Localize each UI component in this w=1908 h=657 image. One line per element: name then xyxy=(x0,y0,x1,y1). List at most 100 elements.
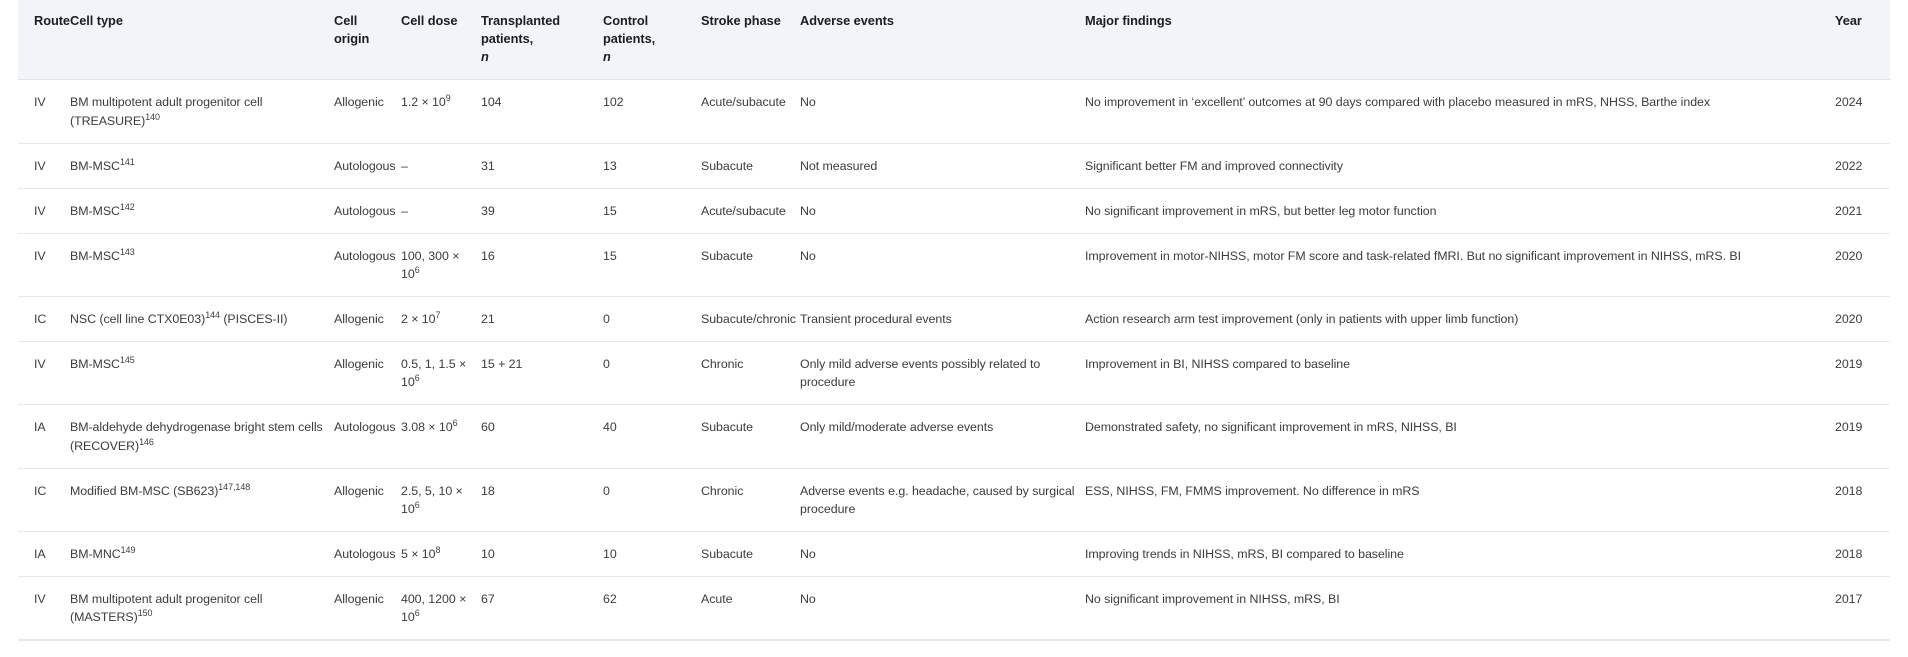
cell-year: 2021 xyxy=(1835,188,1890,234)
cell-adverse-events: Only mild/moderate adverse events xyxy=(800,404,1085,469)
citation-reference[interactable]: 150 xyxy=(138,608,153,618)
dose-exponent: 6 xyxy=(414,499,420,510)
column-header-sublabel: n xyxy=(481,49,489,65)
column-header-label: Cell origin xyxy=(334,13,370,47)
table-row: IV BM-MSC143 Autologous 100, 300 × 106 16 15 S… xyxy=(18,233,1890,298)
cell-route: IV xyxy=(18,143,70,189)
cell-stroke-phase: Acute xyxy=(701,576,800,641)
cell-transplanted-patients: 21 xyxy=(481,296,603,343)
dose-exponent: 6 xyxy=(414,264,420,275)
cell-origin: Autologous xyxy=(334,143,401,189)
cell-route: IA xyxy=(18,404,70,469)
cell-year: 2020 xyxy=(1835,296,1890,343)
cell-route: IV xyxy=(18,576,70,641)
cell-origin: Autologous xyxy=(334,404,401,469)
cell-route: IC xyxy=(18,468,70,532)
column-header-label: Cell type xyxy=(70,13,123,28)
cell-route: IV xyxy=(18,79,70,144)
cell-type-name: BM-MSC xyxy=(70,203,120,218)
cell-stroke-phase: Acute/subacute xyxy=(701,79,800,144)
cell-type-name: BM multipotent adult progenitor cell (MA… xyxy=(70,592,263,625)
citation-reference[interactable]: 145 xyxy=(120,355,135,365)
cell-transplanted-patients: 39 xyxy=(481,188,603,234)
cell-year: 2022 xyxy=(1835,143,1890,189)
table-body: IV BM multipotent adult progenitor cell (… xyxy=(18,79,1890,641)
cell-type-name: BM multipotent adult progenitor cell (TR… xyxy=(70,95,263,128)
citation-reference[interactable]: 147,148 xyxy=(218,482,250,492)
table-row: IV BM multipotent adult progenitor cell (… xyxy=(18,79,1890,144)
table-row: IC Modified BM-MSC (SB623)147,148 Allogeni… xyxy=(18,468,1890,532)
cell-type-name: BM-MNC xyxy=(70,546,121,561)
cell-route: IV xyxy=(18,188,70,234)
cell-transplanted-patients: 10 xyxy=(481,531,603,578)
column-header-label: Transplanted patients, xyxy=(481,13,561,47)
cell-dose: 2 × 107 xyxy=(401,296,481,343)
cell-dose: 1.2 × 109 xyxy=(401,79,481,144)
cell-major-findings: Action research arm test improvement (on… xyxy=(1085,296,1835,343)
citation-reference[interactable]: 146 xyxy=(139,436,154,446)
cell-year: 2019 xyxy=(1835,341,1890,406)
cell-control-patients: 62 xyxy=(603,576,701,641)
cell-major-findings: Demonstrated safety, no significant impr… xyxy=(1085,404,1835,469)
column-header-phase: Stroke phase xyxy=(701,0,800,81)
dose-value: 5 × 10 xyxy=(401,546,436,561)
cell-route: IC xyxy=(18,296,70,343)
cell-transplanted-patients: 67 xyxy=(481,576,603,641)
cell-major-findings: Significant better FM and improved conne… xyxy=(1085,143,1835,189)
column-header-cell_type: Cell type xyxy=(70,0,334,81)
clinical-trials-table-container: Route Cell type Cell origin Cell dose Transp… xyxy=(0,0,1908,641)
cell-adverse-events: Not measured xyxy=(800,143,1085,189)
citation-reference[interactable]: 140 xyxy=(145,111,160,121)
cell-year: 2024 xyxy=(1835,79,1890,144)
table-row: IC NSC (cell line CTX0E03)144 (PISCES-II)… xyxy=(18,296,1890,343)
dose-exponent: 8 xyxy=(435,544,441,555)
cell-route: IV xyxy=(18,341,70,406)
column-header-findings: Major findings xyxy=(1085,0,1835,81)
cell-dose: 100, 300 × 106 xyxy=(401,233,481,298)
cell-adverse-events: No xyxy=(800,531,1085,578)
dose-value: 2.5, 5, 10 × 10 xyxy=(401,483,463,516)
citation-reference[interactable]: 149 xyxy=(121,545,136,555)
column-header-origin: Cell origin xyxy=(334,0,401,81)
cell-major-findings: No significant improvement in mRS, but b… xyxy=(1085,188,1835,234)
cell-major-findings: No improvement in ‘excellent’ outcomes a… xyxy=(1085,79,1835,144)
cell-control-patients: 15 xyxy=(603,233,701,298)
dose-exponent: 6 xyxy=(452,418,458,429)
cell-control-patients: 0 xyxy=(603,341,701,406)
dose-exponent: 7 xyxy=(435,310,441,320)
column-header-label: Adverse events xyxy=(800,13,894,28)
clinical-trials-table: Route Cell type Cell origin Cell dose Transp… xyxy=(18,0,1890,641)
cell-major-findings: ESS, NIHSS, FM, FMMS improvement. No dif… xyxy=(1085,468,1835,532)
cell-control-patients: 102 xyxy=(603,79,701,144)
column-header-control: Control patients, n xyxy=(603,0,701,81)
dose-value: 3.08 × 10 xyxy=(401,420,453,435)
cell-dose: 3.08 × 106 xyxy=(401,404,481,469)
cell-cell-type: BM-MNC149 xyxy=(70,531,334,578)
cell-cell-type: BM-MSC141 xyxy=(70,143,334,189)
cell-stroke-phase: Subacute/chronic xyxy=(701,296,800,343)
citation-reference[interactable]: 141 xyxy=(120,157,135,167)
cell-cell-type: BM-MSC143 xyxy=(70,233,334,298)
citation-reference[interactable]: 144 xyxy=(205,310,220,320)
cell-transplanted-patients: 18 xyxy=(481,468,603,532)
citation-reference[interactable]: 143 xyxy=(120,247,135,257)
dose-value: 2 × 10 xyxy=(401,312,436,327)
cell-adverse-events: No xyxy=(800,233,1085,298)
cell-type-name: BM-aldehyde dehydrogenase bright stem ce… xyxy=(70,420,323,453)
cell-origin: Allogenic xyxy=(334,341,401,406)
column-header-dose: Cell dose xyxy=(401,0,481,81)
cell-cell-type: NSC (cell line CTX0E03)144 (PISCES-II) xyxy=(70,296,334,343)
cell-stroke-phase: Acute/subacute xyxy=(701,188,800,234)
cell-cell-type: BM multipotent adult progenitor cell (TR… xyxy=(70,79,334,144)
cell-route: IA xyxy=(18,531,70,578)
cell-transplanted-patients: 15 + 21 xyxy=(481,341,603,406)
cell-transplanted-patients: 31 xyxy=(481,143,603,189)
cell-control-patients: 40 xyxy=(603,404,701,469)
cell-type-name: BM-MSC xyxy=(70,357,120,372)
cell-stroke-phase: Subacute xyxy=(701,531,800,578)
citation-reference[interactable]: 142 xyxy=(120,202,135,212)
table-row: IV BM-MSC145 Allogenic 0.5, 1, 1.5 × 106 15 … xyxy=(18,341,1890,406)
cell-transplanted-patients: 104 xyxy=(481,79,603,144)
cell-major-findings: Improvement in BI, NIHSS compared to bas… xyxy=(1085,341,1835,406)
cell-year: 2018 xyxy=(1835,531,1890,578)
